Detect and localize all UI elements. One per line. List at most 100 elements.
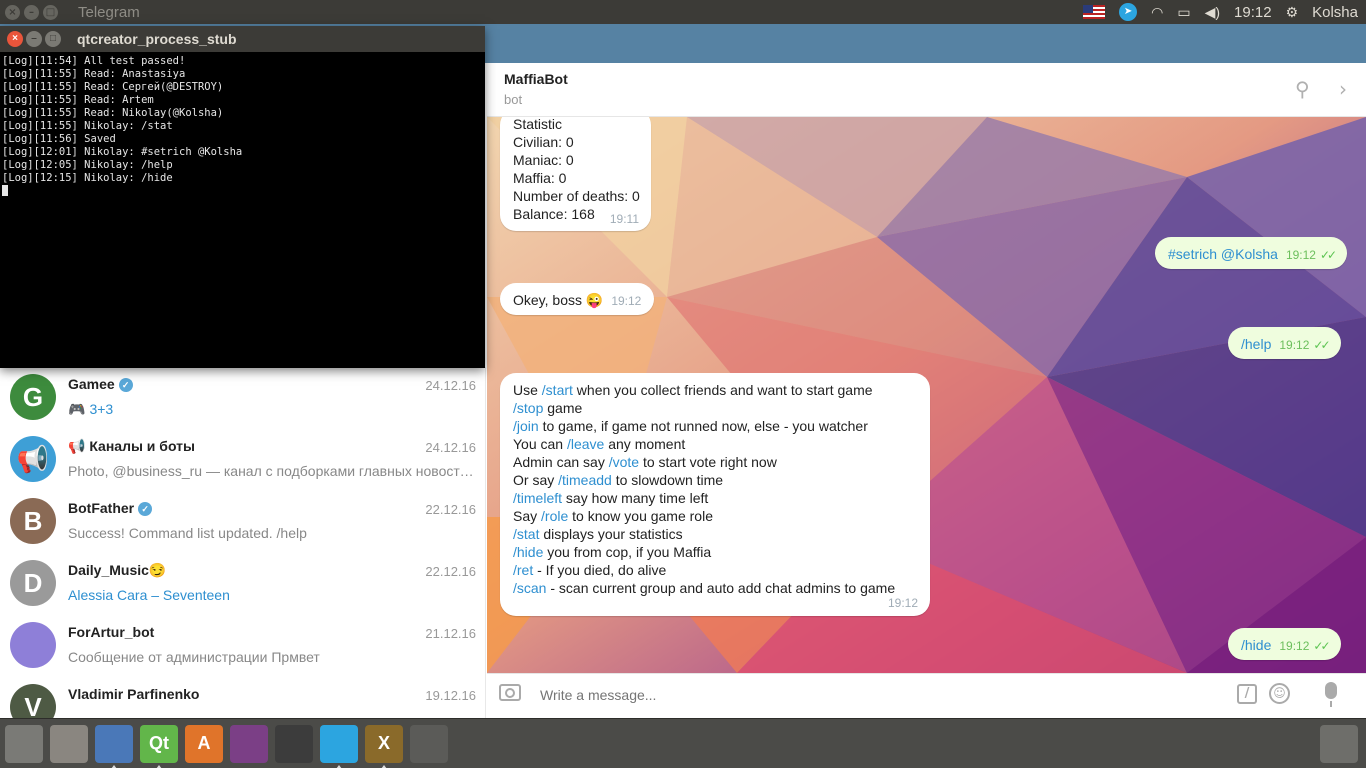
- minimize-icon[interactable]: –: [26, 31, 42, 47]
- terminal-title: qtcreator_process_stub: [77, 31, 237, 47]
- chat-list-item[interactable]: B BotFather ✓ 22.12.16 Success! Command list…: [0, 491, 485, 553]
- bot-command-link[interactable]: /leave: [567, 436, 604, 452]
- verified-badge-icon: ✓: [138, 502, 153, 517]
- telegram-tray-icon[interactable]: ➤: [1119, 3, 1138, 21]
- search-icon[interactable]: ⚲: [1295, 77, 1310, 101]
- bot-command-link[interactable]: /stop: [513, 400, 543, 416]
- battery-icon[interactable]: ▭: [1177, 4, 1190, 21]
- message-text: #setrich @Kolsha: [1168, 246, 1278, 262]
- okey-boss-message[interactable]: Okey, boss 😜 19:12: [500, 283, 655, 315]
- terminal-line: [Log][12:01] Nikolay: #setrich @Kolsha: [2, 146, 243, 158]
- bot-command-link[interactable]: /timeleft: [513, 490, 562, 506]
- dock-telegram-icon[interactable]: [320, 724, 358, 768]
- volume-icon[interactable]: ◀): [1205, 4, 1220, 21]
- wifi-icon[interactable]: ◠: [1151, 4, 1163, 21]
- terminal-line: [Log][11:55] Read: Сергей(@DESTROY): [2, 81, 224, 93]
- chat-list-item[interactable]: D Daily_Music😏 22.12.16 Alessia Cara – Seve…: [0, 553, 485, 615]
- bot-command-link[interactable]: /stat: [513, 526, 539, 542]
- chat-date: 24.12.16: [425, 378, 476, 393]
- bot-command-link[interactable]: /timeadd: [558, 472, 612, 488]
- chat-date: 19.12.16: [425, 688, 476, 703]
- dock-ubuntu-dash-icon[interactable]: [5, 724, 43, 763]
- message-text[interactable]: /hide: [1241, 637, 1271, 653]
- verified-badge-icon: ✓: [118, 378, 133, 393]
- message-text[interactable]: /help: [1241, 336, 1271, 352]
- help-line-prefix: You can: [513, 436, 567, 452]
- dock-clock-app-icon[interactable]: [275, 724, 313, 763]
- chat-preview-text: Alessia Cara – Seventeen: [68, 587, 230, 603]
- bot-command-link[interactable]: /hide: [513, 544, 543, 560]
- chat-preview: Success! Command list updated. /help: [68, 525, 478, 541]
- bot-command-link[interactable]: /start: [542, 382, 573, 398]
- bot-command-link[interactable]: /join: [513, 418, 539, 434]
- help-line: Admin can say /vote to start vote right …: [513, 453, 917, 471]
- hide-command-message[interactable]: /hide 19:12 ✓✓: [1228, 628, 1341, 660]
- chat-list-item[interactable]: 📢 📢 Каналы и боты 24.12.16 Photo, @business…: [0, 429, 485, 491]
- message-input[interactable]: [540, 687, 1140, 703]
- active-window-title: Telegram: [78, 3, 140, 21]
- help-line-suffix: you from cop, if you Maffia: [543, 544, 712, 560]
- chat-list-item[interactable]: G Gamee ✓ 24.12.16 🎮 3+3: [0, 367, 485, 429]
- message-line: Statistic: [513, 117, 563, 132]
- help-line-suffix: say how many time left: [562, 490, 709, 506]
- dock-qt-creator-icon[interactable]: Qt: [140, 724, 178, 768]
- terminal-titlebar[interactable]: × – □ qtcreator_process_stub: [0, 26, 485, 52]
- microphone-icon[interactable]: [1325, 682, 1337, 707]
- dock-media-app-icon[interactable]: [230, 724, 268, 763]
- bot-commands-icon[interactable]: /: [1237, 684, 1257, 704]
- chat-name-text: Daily_Music😏: [68, 562, 167, 578]
- bot-command-link[interactable]: /scan: [513, 580, 546, 596]
- trash-icon[interactable]: [1320, 725, 1358, 763]
- avatar: V: [10, 684, 56, 718]
- chat-name-text: ForArtur_bot: [68, 624, 155, 640]
- avatar: [10, 622, 56, 668]
- dock-software-center-icon[interactable]: A: [185, 724, 223, 763]
- chat-name: 📢 Каналы и боты: [68, 438, 195, 455]
- help-line: /scan - scan current group and auto add …: [513, 579, 917, 597]
- chat-preview: Photo, @business_ru — канал с подборками…: [68, 463, 478, 479]
- message-time: 19:12: [887, 596, 918, 610]
- help-line-prefix: Use: [513, 382, 542, 398]
- close-icon[interactable]: ×: [7, 31, 23, 47]
- setrich-message[interactable]: #setrich @Kolsha 19:12 ✓✓: [1155, 237, 1348, 269]
- minimize-window-button[interactable]: –: [24, 4, 39, 20]
- close-window-button[interactable]: ×: [5, 4, 20, 20]
- help-line: /stop game: [513, 399, 917, 417]
- help-command-message[interactable]: /help 19:12 ✓✓: [1228, 327, 1341, 359]
- message-time: 19:12: [1279, 338, 1310, 352]
- chat-list-item[interactable]: V Vladimir Parfinenko 19.12.16: [0, 677, 485, 718]
- peer-name[interactable]: MaffiaBot: [504, 71, 568, 87]
- dock-workspaces-icon[interactable]: [410, 724, 448, 763]
- maximize-icon[interactable]: □: [45, 31, 61, 47]
- bot-command-link[interactable]: /ret: [513, 562, 533, 578]
- maximize-window-button[interactable]: □: [43, 4, 58, 20]
- chevron-right-icon[interactable]: ›: [1339, 77, 1347, 101]
- terminal-output[interactable]: [Log][11:54] All test passed! [Log][11:55…: [0, 52, 485, 203]
- bot-command-link[interactable]: /role: [541, 508, 568, 524]
- dock-chromium-icon[interactable]: [95, 724, 133, 768]
- read-checks-icon: ✓✓: [1319, 248, 1337, 262]
- chat-preview: Alessia Cara – Seventeen: [68, 587, 478, 603]
- user-name[interactable]: Kolsha: [1312, 4, 1358, 21]
- keyboard-layout-icon[interactable]: [1083, 5, 1106, 19]
- dock-xterm-icon[interactable]: X: [365, 724, 403, 768]
- help-message[interactable]: Use /start when you collect friends and …: [500, 373, 930, 616]
- gear-icon[interactable]: ⚙: [1286, 4, 1299, 21]
- bot-command-link[interactable]: /vote: [609, 454, 639, 470]
- stats-message[interactable]: Statistic Civilian: 0 Maniac: 0 Maffia: 0 Nu…: [500, 117, 651, 231]
- chat-wallpaper: Statistic Civilian: 0 Maniac: 0 Maffia: 0 Nu…: [487, 117, 1366, 673]
- clock[interactable]: 19:12: [1234, 4, 1272, 21]
- dock-files-icon[interactable]: [50, 724, 88, 763]
- chat-date: 24.12.16: [425, 440, 476, 455]
- help-line: Or say /timeadd to slowdown time: [513, 471, 917, 489]
- chat-name-text: 📢 Каналы и боты: [68, 438, 195, 454]
- chat-list-item[interactable]: ForArtur_bot 21.12.16 Сообщение от админис…: [0, 615, 485, 677]
- help-line: /hide you from cop, if you Maffia: [513, 543, 917, 561]
- chat-preview: Сообщение от администрации Прмвет: [68, 649, 478, 665]
- emoji-icon[interactable]: ☺: [1269, 683, 1290, 704]
- avatar: D: [10, 560, 56, 606]
- chat-name-text: Vladimir Parfinenko: [68, 686, 200, 702]
- attach-camera-icon[interactable]: [499, 684, 521, 701]
- avatar: 📢: [10, 436, 56, 482]
- help-line-suffix: - scan current group and auto add chat a…: [546, 580, 896, 596]
